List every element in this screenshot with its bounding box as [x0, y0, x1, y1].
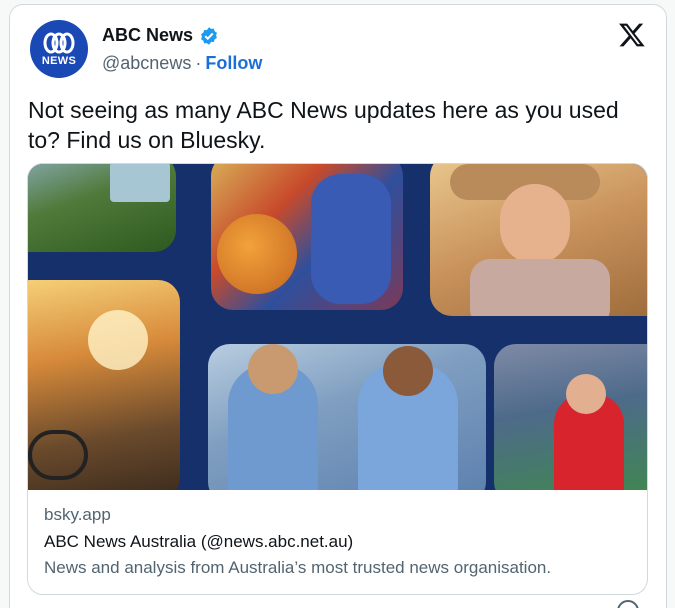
tweet-text: Not seeing as many ABC News updates here… [28, 97, 619, 153]
separator-dot: · [195, 53, 202, 73]
photo-schoolboys [208, 344, 486, 490]
handle-row: @abcnews · Follow [102, 53, 262, 74]
avatar[interactable]: NEWS [30, 20, 88, 78]
photo-garden-porch [28, 164, 176, 252]
verified-badge-icon [201, 26, 217, 45]
name-row: ABC News [102, 25, 219, 46]
link-title: ABC News Australia (@news.abc.net.au) [44, 532, 354, 551]
tweet-card: NEWS ABC News @abcnews · Follow Not seeing… [9, 4, 667, 608]
abc-logo-icon [43, 32, 75, 53]
display-name[interactable]: ABC News [102, 25, 193, 46]
link-description: News and analysis from Australia’s most … [44, 558, 552, 577]
link-domain: bsky.app [44, 505, 111, 524]
photo-farmer-woman [430, 164, 647, 316]
handle[interactable]: @abcnews [102, 53, 191, 73]
photo-soccer-player [494, 344, 647, 490]
x-logo-icon[interactable] [618, 21, 646, 49]
link-preview-card[interactable]: bsky.app ABC News Australia (@news.abc.n… [27, 163, 648, 595]
photo-market-shopper [211, 164, 403, 310]
link-preview-image[interactable] [28, 164, 647, 490]
avatar-brand-text: NEWS [41, 54, 77, 67]
follow-button[interactable]: Follow [205, 53, 262, 73]
photo-city-cyclist [28, 280, 180, 490]
